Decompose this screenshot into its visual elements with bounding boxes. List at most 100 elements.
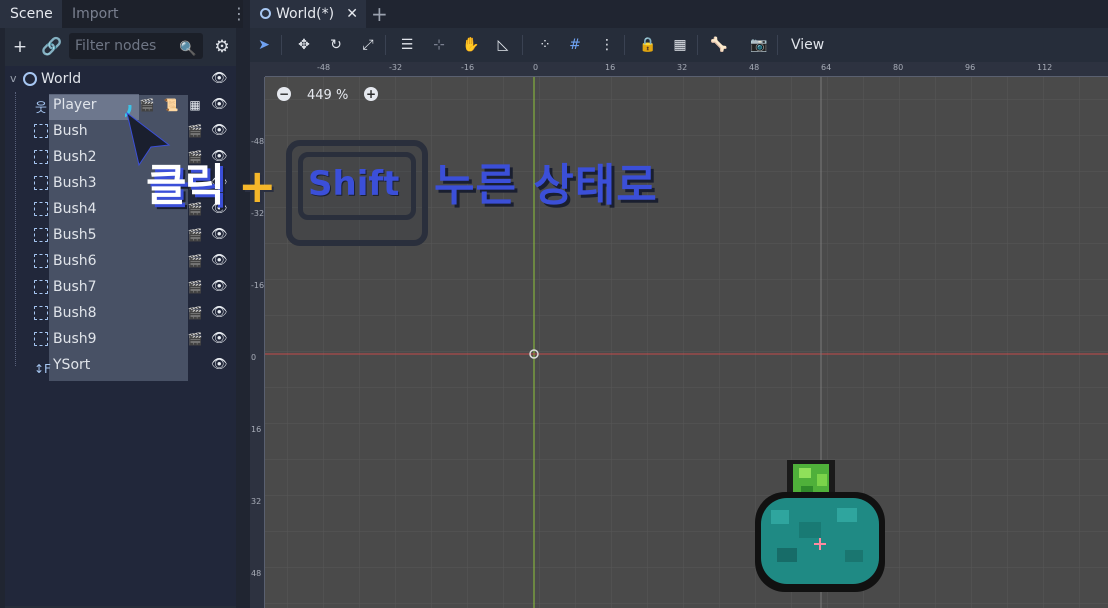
node-label: Bush9 [53, 331, 97, 347]
tree-row-world[interactable]: v World 👁 [5, 66, 236, 92]
instance-icon [34, 228, 48, 242]
tab-import[interactable]: Import [62, 0, 128, 28]
canvas-viewport[interactable]: -48 -32 -16 0 16 32 48 64 80 96 112 -48 … [250, 62, 1108, 608]
instance-icon [34, 254, 48, 268]
skeleton-icon[interactable]: 🦴 [710, 36, 728, 54]
add-tab-icon[interactable]: + [371, 0, 388, 28]
ruler-label: -32 [251, 209, 265, 218]
snap-options-icon[interactable]: ⋮ [598, 36, 616, 54]
ruler-label: -16 [461, 63, 475, 72]
rotate-mode-icon[interactable]: ↻ [327, 36, 345, 54]
tree-row-bush7[interactable]: Bush7 🎬 👁 [5, 274, 236, 300]
ruler-horizontal[interactable]: -48 -32 -16 0 16 32 48 64 80 96 112 [265, 62, 1108, 77]
open-scene-icon[interactable]: 🎬 [187, 228, 203, 242]
visibility-eye-icon[interactable]: 👁 [211, 71, 228, 87]
lock-icon[interactable]: 🔒 [639, 36, 657, 54]
zoom-in-icon[interactable]: + [364, 87, 378, 101]
ruler-label: 32 [677, 63, 688, 72]
visibility-eye-icon[interactable]: 👁 [211, 201, 228, 217]
link-icon[interactable]: 🔗 [41, 37, 62, 57]
view-menu-button[interactable]: View [791, 28, 824, 62]
tab-world[interactable]: World(*) ✕ [250, 0, 366, 28]
visibility-eye-icon[interactable]: 👁 [211, 253, 228, 269]
grid-snap-icon[interactable]: # [566, 36, 584, 54]
open-scene-icon[interactable]: 🎬 [187, 280, 203, 294]
toolbar-separator [697, 35, 698, 55]
node-label: Bush8 [53, 305, 97, 321]
open-scene-icon[interactable]: 🎬 [187, 150, 203, 164]
visibility-eye-icon[interactable]: 👁 [211, 227, 228, 243]
filter-placeholder: Filter nodes [75, 38, 157, 54]
open-scene-icon[interactable]: 🎬 [187, 332, 203, 346]
open-scene-icon[interactable]: 🎬 [139, 98, 155, 112]
tree-row-bush[interactable]: Bush 🎬 👁 [5, 118, 236, 144]
list-select-icon[interactable]: ☰ [398, 36, 416, 54]
visibility-eye-icon[interactable]: 👁 [211, 175, 228, 191]
scene-toolbar: + 🔗 Filter nodes 🔍 ⚙ [5, 28, 236, 66]
close-icon[interactable]: ✕ [346, 0, 358, 28]
script-remove-icon[interactable]: ⚙ [212, 37, 232, 57]
visibility-eye-icon[interactable]: 👁 [211, 305, 228, 321]
filter-nodes-input[interactable]: Filter nodes 🔍 [69, 33, 203, 59]
pivot-icon[interactable]: ⊹ [430, 36, 448, 54]
visibility-eye-icon[interactable]: 👁 [211, 97, 228, 113]
ruler-vertical[interactable]: -48 -32 -16 0 16 32 48 [250, 77, 265, 608]
search-icon: 🔍 [179, 41, 197, 57]
group-icon[interactable]: ▦ [671, 36, 689, 54]
tree-row-player[interactable]: 웃 Player 🎬 📜 ▦ 👁 [5, 92, 236, 118]
tree-row-bush8[interactable]: Bush8 🎬 👁 [5, 300, 236, 326]
tree-row-bush9[interactable]: Bush9 🎬 👁 [5, 326, 236, 352]
node-label: Bush [53, 123, 88, 139]
zoom-out-icon[interactable]: − [277, 87, 291, 101]
visibility-eye-icon[interactable]: 👁 [211, 123, 228, 139]
toolbar-separator [624, 35, 625, 55]
node-label: Bush6 [53, 253, 97, 269]
visibility-eye-icon[interactable]: 👁 [211, 149, 228, 165]
ruler-label: 112 [1037, 63, 1053, 72]
visibility-eye-icon[interactable]: 👁 [211, 357, 228, 373]
open-scene-icon[interactable]: 🎬 [187, 306, 203, 320]
tree-row-ysort[interactable]: ↕F YSort 👁 [5, 352, 236, 378]
script-icon[interactable]: 📜 [163, 98, 179, 112]
tree-row-bush5[interactable]: Bush5 🎬 👁 [5, 222, 236, 248]
scene-dock: Scene Import ⋮ + 🔗 Filter nodes 🔍 ⚙ v Wo… [0, 0, 247, 608]
ruler-mode-icon[interactable]: ◺ [494, 36, 512, 54]
scene-tabs: World(*) ✕ + [243, 0, 1108, 28]
chevron-down-icon[interactable]: v [10, 66, 17, 92]
instance-icon [34, 280, 48, 294]
tree-row-bush6[interactable]: Bush6 🎬 👁 [5, 248, 236, 274]
tree-row-bush4[interactable]: Bush4 🎬 👁 [5, 196, 236, 222]
ruler-corner [250, 62, 265, 77]
open-scene-icon[interactable]: 🎬 [187, 254, 203, 268]
toolbar-separator [281, 35, 282, 55]
open-scene-icon[interactable]: 🎬 [187, 202, 203, 216]
tree-row-bush2[interactable]: Bush2 🎬 👁 [5, 144, 236, 170]
add-node-icon[interactable]: + [10, 37, 30, 57]
tab-scene[interactable]: Scene [0, 0, 62, 28]
group-icon[interactable]: ▦ [187, 98, 203, 112]
instance-icon [34, 306, 48, 320]
tree-row-bush3[interactable]: Bush3 🎬 👁 [5, 170, 236, 196]
instance-icon [34, 176, 48, 190]
canvas-toolbar: ➤ ✥ ↻ ⤢ ☰ ⊹ ✋ ◺ ⁘ # ⋮ 🔒 ▦ 🦴 📷 View [250, 28, 1108, 62]
node-label: Bush7 [53, 279, 97, 295]
open-scene-icon[interactable]: 🎬 [187, 176, 203, 190]
visibility-eye-icon[interactable]: 👁 [211, 331, 228, 347]
pan-mode-icon[interactable]: ✋ [462, 36, 480, 54]
scale-mode-icon[interactable]: ⤢ [359, 36, 377, 54]
select-mode-icon[interactable]: ➤ [255, 36, 273, 54]
move-mode-icon[interactable]: ✥ [295, 36, 313, 54]
zoom-level[interactable]: 449 % [307, 87, 348, 105]
ruler-label: 64 [821, 63, 832, 72]
visibility-eye-icon[interactable]: 👁 [211, 279, 228, 295]
ysort-icon: ↕F [34, 362, 51, 376]
camera-icon[interactable]: 📷 [750, 36, 768, 54]
ruler-label: 80 [893, 63, 904, 72]
ruler-label: -32 [389, 63, 403, 72]
node-label: Player [53, 97, 97, 113]
canvas-grid [265, 77, 1108, 608]
smart-snap-icon[interactable]: ⁘ [536, 36, 554, 54]
open-scene-icon[interactable]: 🎬 [187, 124, 203, 138]
toolbar-separator [385, 35, 386, 55]
kebab-menu-icon[interactable]: ⋮ [231, 4, 247, 24]
